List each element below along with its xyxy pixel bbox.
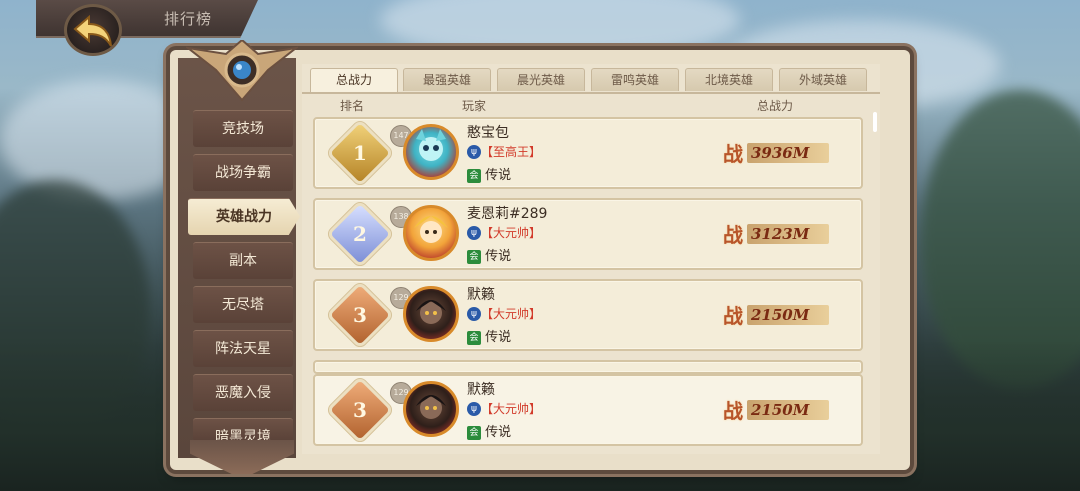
sidebar-item-battlefield[interactable]: 战场争霸 [193, 154, 293, 191]
guild-icon: 会 [467, 425, 481, 440]
tab-strongest-hero[interactable]: 最强英雄 [403, 68, 491, 91]
leaderboard-row[interactable]: 2 138 麦恩莉#289 ψ 【大元帅】 会 传说 战 3123M [313, 198, 863, 270]
title-icon: ψ [467, 401, 481, 416]
back-arrow-icon [73, 15, 112, 47]
player-name: 默籁 [467, 287, 495, 303]
player-title: ψ 【至高王】 [467, 143, 541, 160]
sidebar-item-arena[interactable]: 竞技场 [193, 110, 293, 147]
back-button[interactable] [64, 4, 122, 56]
avatar[interactable] [403, 205, 459, 261]
leaderboard-row-partial [313, 360, 863, 374]
player-name: 默籁 [467, 382, 495, 398]
guild-info: 会 传说 [467, 421, 511, 440]
guild-icon: 会 [467, 249, 481, 264]
player-title: ψ 【大元帅】 [467, 224, 541, 241]
power-display: 战 3123M [723, 221, 831, 247]
power-display: 战 2150M [723, 397, 831, 423]
tab-outland-hero[interactable]: 外域英雄 [779, 68, 867, 91]
player-title: ψ 【大元帅】 [467, 400, 541, 417]
tab-thunder-hero[interactable]: 雷鸣英雄 [591, 68, 679, 91]
rank-number: 3 [353, 398, 367, 422]
avatar[interactable] [403, 381, 459, 437]
power-value: 3936M [751, 144, 810, 162]
column-header-power: 总战力 [757, 99, 794, 113]
leaderboard-row[interactable]: 1 147 憨宝包 ψ 【至高王】 会 传说 战 3936M [313, 117, 863, 189]
power-value: 2150M [751, 306, 810, 324]
battle-icon: 战 [723, 304, 743, 328]
battle-icon: 战 [723, 399, 743, 423]
hero-portrait-icon [416, 129, 446, 161]
emblem-icon [186, 40, 298, 102]
player-name: 麦恩莉#289 [467, 206, 548, 222]
tab-total-power[interactable]: 总战力 [310, 68, 398, 93]
tab-dawn-hero[interactable]: 晨光英雄 [497, 68, 585, 91]
hero-portrait-icon [414, 216, 448, 243]
column-header-player: 玩家 [462, 99, 487, 113]
guild-icon: 会 [467, 168, 481, 183]
guild-name: 传说 [485, 330, 512, 345]
guild-info: 会 传说 [467, 245, 511, 264]
sidebar-item-endless-tower[interactable]: 无尽塔 [193, 286, 293, 323]
player-name: 憨宝包 [467, 125, 509, 141]
rank-number: 1 [353, 141, 367, 165]
hero-portrait-icon [416, 300, 446, 324]
avatar[interactable] [403, 286, 459, 342]
guild-info: 会 传说 [467, 164, 511, 183]
title-icon: ψ [467, 225, 481, 240]
guild-name: 传说 [485, 425, 512, 440]
hero-portrait-icon [416, 395, 446, 419]
tab-north-hero[interactable]: 北境英雄 [685, 68, 773, 91]
power-display: 战 3936M [723, 140, 831, 166]
rank-number: 2 [353, 222, 367, 246]
self-rank-row[interactable]: 3 129 默籁 ψ 【大元帅】 会 传说 战 2150M [313, 374, 863, 446]
guild-icon: 会 [467, 330, 481, 345]
column-header-rank: 排名 [340, 99, 365, 113]
guild-name: 传说 [485, 249, 512, 264]
sidebar-item-hero-power[interactable]: 英雄战力 [188, 198, 300, 235]
tab-divider [302, 92, 880, 94]
scrollbar[interactable] [873, 112, 877, 132]
sidebar-item-formation[interactable]: 阵法天星 [193, 330, 293, 367]
power-value: 2150M [751, 401, 810, 419]
title-icon: ψ [467, 144, 481, 159]
guild-info: 会 传说 [467, 326, 511, 345]
title-icon: ψ [467, 306, 481, 321]
sidebar-item-dark-realm[interactable]: 暗黑灵境 [193, 418, 293, 441]
leaderboard-row[interactable]: 3 129 默籁 ψ 【大元帅】 会 传说 战 2150M [313, 279, 863, 351]
battle-icon: 战 [723, 142, 743, 166]
sidebar-item-demon-invasion[interactable]: 恶魔入侵 [193, 374, 293, 411]
guild-name: 传说 [485, 168, 512, 183]
power-value: 3123M [751, 225, 810, 243]
power-display: 战 2150M [723, 302, 831, 328]
battle-icon: 战 [723, 223, 743, 247]
rank-number: 3 [353, 303, 367, 327]
avatar[interactable] [403, 124, 459, 180]
sidebar-item-dungeon[interactable]: 副本 [193, 242, 293, 279]
player-title: ψ 【大元帅】 [467, 305, 541, 322]
page-title: 排行榜 [164, 10, 213, 28]
